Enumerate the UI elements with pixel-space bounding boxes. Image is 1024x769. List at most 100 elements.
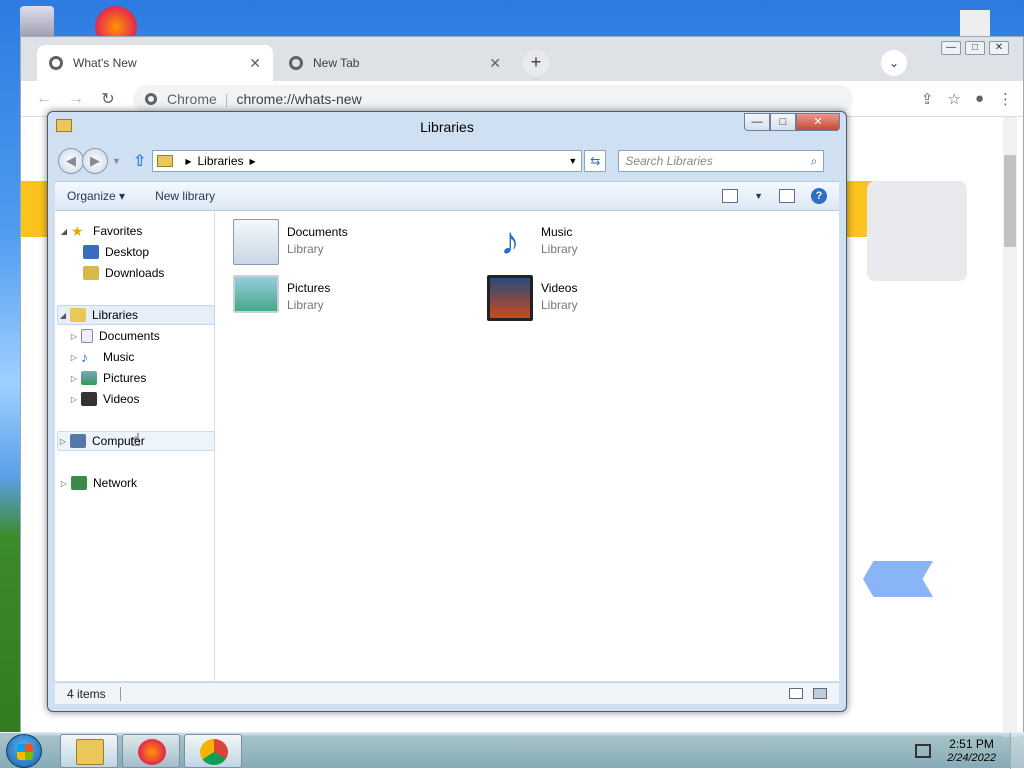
taskbar-chrome-button[interactable] xyxy=(184,734,242,768)
minimize-button[interactable]: — xyxy=(744,113,770,131)
tab-label: What's New xyxy=(73,56,137,70)
close-button[interactable]: ✕ xyxy=(796,113,840,131)
close-icon[interactable]: ✕ xyxy=(249,55,261,72)
new-library-button[interactable]: New library xyxy=(155,189,215,203)
profile-icon[interactable]: ● xyxy=(975,90,984,108)
address-dropdown-icon[interactable]: ▼ xyxy=(568,156,577,166)
nav-music[interactable]: ▷ ♪ Music xyxy=(69,347,227,367)
status-divider xyxy=(119,686,121,701)
recent-pages-icon[interactable]: ▼ xyxy=(112,156,121,166)
videos-icon xyxy=(81,392,97,406)
breadcrumb-libraries[interactable]: Libraries xyxy=(197,154,243,168)
nav-label: Downloads xyxy=(105,266,165,280)
nav-videos[interactable]: ▷ Videos xyxy=(69,389,227,409)
documents-icon xyxy=(81,329,93,343)
close-button[interactable]: ✕ xyxy=(989,41,1009,55)
tab-label: New Tab xyxy=(313,56,360,70)
file-list: Documents Library ♪ Music Library Pictur… xyxy=(217,211,839,681)
system-tray: 2:51 PM 2/24/2022 xyxy=(915,733,1024,769)
library-type: Library xyxy=(287,242,324,256)
clock-date: 2/24/2022 xyxy=(947,752,996,764)
breadcrumb-arrow-icon[interactable]: ▶ xyxy=(250,157,256,166)
help-icon[interactable]: ? xyxy=(811,188,827,204)
forward-button[interactable]: ▶ xyxy=(82,148,108,174)
collapse-arrow-icon[interactable]: ◢ xyxy=(59,227,69,236)
library-item-documents[interactable]: Documents Library xyxy=(233,219,463,271)
omnibox[interactable]: Chrome | chrome://whats-new xyxy=(133,84,853,113)
share-icon[interactable]: ⇪ xyxy=(921,90,934,108)
menu-icon[interactable]: ⋮ xyxy=(998,90,1013,108)
tab-search-button[interactable]: ⌄ xyxy=(881,50,907,76)
details-view-icon[interactable] xyxy=(789,688,803,699)
libraries-icon xyxy=(70,308,86,322)
taskbar-explorer-button[interactable] xyxy=(60,734,118,768)
nav-network[interactable]: ▷ Network xyxy=(59,473,217,493)
computer-icon xyxy=(70,434,86,448)
chrome-icon xyxy=(200,739,228,765)
up-arrow-icon[interactable]: ⇧ xyxy=(133,151,146,171)
minimize-button[interactable]: — xyxy=(941,41,961,55)
nav-libraries[interactable]: ◢ Libraries xyxy=(57,305,215,325)
nav-pictures[interactable]: ▷ Pictures xyxy=(69,368,227,388)
close-icon[interactable]: ✕ xyxy=(489,55,501,72)
expand-arrow-icon[interactable]: ▷ xyxy=(69,332,79,341)
library-item-pictures[interactable]: Pictures Library xyxy=(233,275,463,327)
scrollbar-thumb[interactable] xyxy=(1004,155,1016,247)
view-dropdown-icon[interactable]: ▼ xyxy=(754,191,763,201)
breadcrumb-arrow-icon[interactable]: ▶ xyxy=(185,157,191,166)
taskbar-firefox-button[interactable] xyxy=(122,734,180,768)
new-tab-button[interactable]: + xyxy=(523,50,549,76)
preview-pane-icon[interactable] xyxy=(779,189,795,203)
maximize-button[interactable]: □ xyxy=(770,113,796,131)
library-name: Videos xyxy=(541,281,578,295)
reload-button[interactable]: ↻ xyxy=(95,89,121,109)
search-icon[interactable]: ⌕ xyxy=(811,154,818,169)
library-item-music[interactable]: ♪ Music Library xyxy=(487,219,717,271)
clock[interactable]: 2:51 PM 2/24/2022 xyxy=(947,737,996,765)
collapse-arrow-icon[interactable]: ◢ xyxy=(58,311,68,320)
forward-button[interactable]: → xyxy=(63,90,89,108)
expand-arrow-icon[interactable]: ▷ xyxy=(69,353,79,362)
music-icon: ♪ xyxy=(81,349,88,365)
expand-arrow-icon[interactable]: ▷ xyxy=(69,374,79,383)
desktop-icon xyxy=(83,245,99,259)
bookmark-star-icon[interactable]: ☆ xyxy=(947,90,960,108)
organize-button[interactable]: Organize ▾ xyxy=(67,189,125,203)
toolbar-actions: ⇪ ☆ ● ⋮ xyxy=(921,90,1013,108)
omnibox-url: chrome://whats-new xyxy=(236,90,362,107)
address-field[interactable]: ▶ Libraries ▶ ▼ xyxy=(152,150,583,172)
item-count: 4 items xyxy=(67,686,106,701)
show-desktop-button[interactable] xyxy=(1010,733,1024,769)
nav-desktop[interactable]: Desktop xyxy=(71,242,229,262)
expand-arrow-icon[interactable]: ▷ xyxy=(59,479,69,488)
downloads-icon xyxy=(83,266,99,280)
recycle-bin-icon[interactable] xyxy=(20,6,54,40)
library-item-videos[interactable]: Videos Library xyxy=(487,275,717,327)
window-controls: — □ ✕ xyxy=(941,41,1009,55)
expand-arrow-icon[interactable]: ▷ xyxy=(69,395,79,404)
network-tray-icon[interactable] xyxy=(915,744,932,758)
command-bar: Organize ▾ New library ▼ ? xyxy=(55,181,839,211)
pictures-icon xyxy=(81,371,97,385)
documents-library-icon xyxy=(233,219,279,265)
nav-downloads[interactable]: Downloads xyxy=(71,263,229,283)
nav-label: Favorites xyxy=(93,224,143,238)
taskbar: 2:51 PM 2/24/2022 xyxy=(0,732,1024,769)
back-button[interactable]: ← xyxy=(31,90,57,108)
music-library-icon: ♪ xyxy=(500,221,520,263)
nav-favorites[interactable]: ◢ ★ Favorites xyxy=(59,221,217,241)
refresh-icon[interactable]: ⇆ xyxy=(584,150,607,172)
start-button[interactable] xyxy=(6,734,42,768)
expand-arrow-icon[interactable]: ▷ xyxy=(58,437,68,446)
tab-whats-new[interactable]: What's New ✕ xyxy=(37,45,273,81)
nav-documents[interactable]: ▷ Documents xyxy=(69,326,227,346)
large-icons-view-icon[interactable] xyxy=(813,688,827,699)
window-controls: — □ ✕ xyxy=(744,113,840,131)
tab-new-tab[interactable]: New Tab ✕ xyxy=(277,45,513,81)
search-input[interactable]: Search Libraries ⌕ xyxy=(618,150,825,172)
firefox-icon xyxy=(138,739,166,765)
address-bar-row: ◀ ▶ ▼ ⇧ ▶ Libraries ▶ ▼ ⇆ Search Librari… xyxy=(58,148,838,174)
back-button[interactable]: ◀ xyxy=(58,148,84,174)
change-view-icon[interactable] xyxy=(722,189,739,203)
maximize-button[interactable]: □ xyxy=(965,41,985,55)
